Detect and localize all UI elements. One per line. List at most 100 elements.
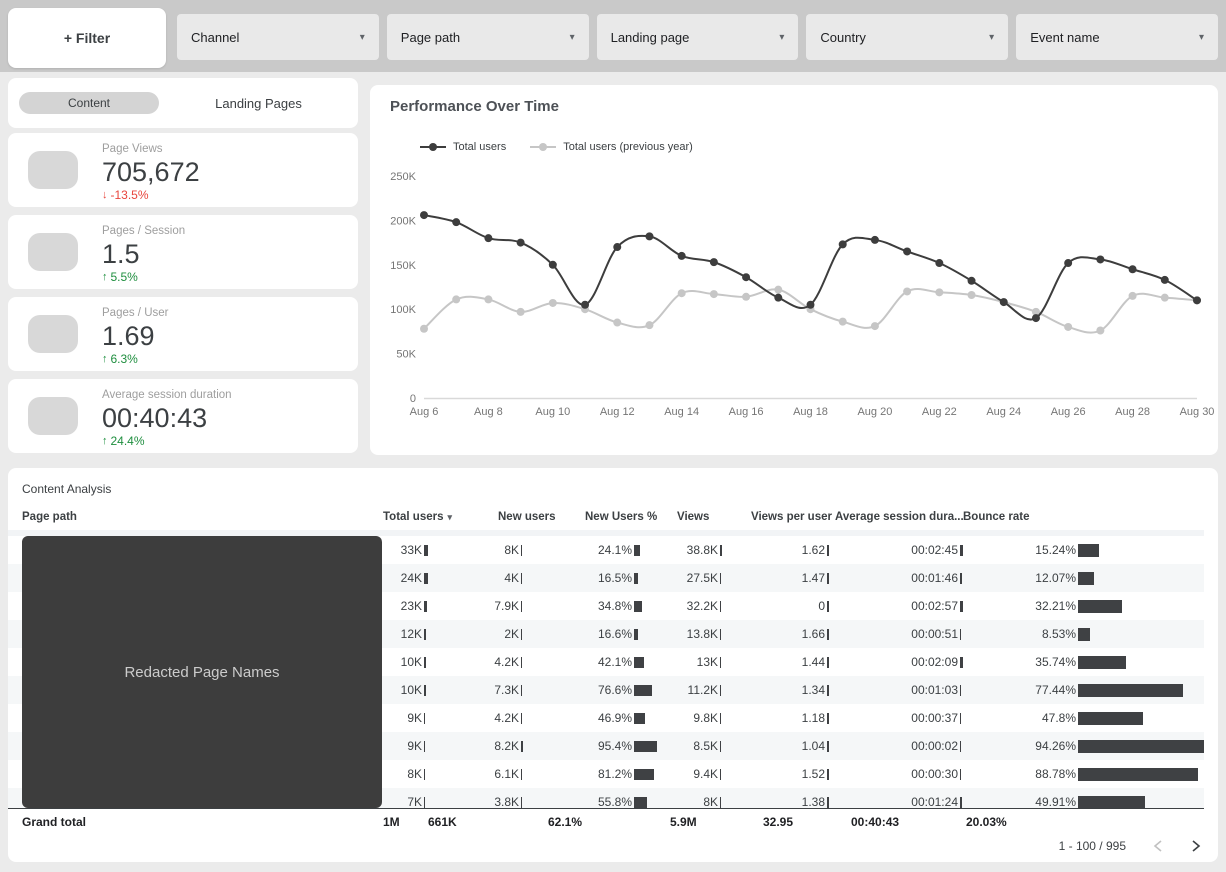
cell-avg-session: 00:01:46 bbox=[833, 564, 963, 592]
cell-bar-zone bbox=[1076, 648, 1204, 676]
cell-avg-session: 00:00:37 bbox=[833, 704, 963, 732]
chevron-down-icon: ▾ bbox=[989, 32, 994, 43]
data-bar bbox=[634, 545, 640, 556]
filter-chip-label: Channel bbox=[191, 30, 239, 45]
column-header-total-users[interactable]: Total users▾ bbox=[375, 511, 428, 523]
data-point-total-users bbox=[774, 294, 782, 302]
column-header-new-users[interactable]: New users bbox=[428, 511, 523, 523]
add-filter-button[interactable]: + Filter bbox=[8, 8, 166, 68]
kpi-label: Page Views bbox=[102, 142, 200, 157]
data-point-total-users bbox=[420, 211, 428, 219]
filter-chip-event-name[interactable]: Event name▾ bbox=[1016, 14, 1218, 60]
data-bar bbox=[1078, 740, 1204, 753]
data-bar bbox=[424, 601, 427, 612]
prev-page-button[interactable] bbox=[1152, 839, 1164, 853]
cell-views: 27.5K bbox=[658, 564, 723, 592]
tab-content[interactable]: Content bbox=[19, 92, 159, 114]
cell-bar-zone bbox=[825, 592, 833, 620]
cell-bar-zone bbox=[1076, 564, 1204, 592]
data-point-total-users-previous-year bbox=[484, 295, 492, 303]
data-point-total-users bbox=[710, 258, 718, 266]
cell-bar-zone bbox=[825, 676, 833, 704]
cell-value: 9K bbox=[407, 739, 422, 753]
cell-bar-zone bbox=[632, 592, 658, 620]
data-point-total-users-previous-year bbox=[839, 318, 847, 326]
data-point-total-users bbox=[968, 277, 976, 285]
grand-total-views: 5.9M bbox=[658, 815, 723, 829]
data-point-total-users-previous-year bbox=[968, 291, 976, 299]
cell-value: 1.52 bbox=[802, 767, 825, 781]
filter-chip-label: Landing page bbox=[611, 30, 690, 45]
cell-value: 11.2K bbox=[688, 683, 718, 697]
cell-value: 10K bbox=[401, 683, 422, 697]
filter-chip-page-path[interactable]: Page path▾ bbox=[387, 14, 589, 60]
cell-avg-session: 00:02:09 bbox=[833, 648, 963, 676]
column-header-page-path: Page path bbox=[8, 511, 375, 523]
cell-views-per-user: 1.66 bbox=[723, 620, 833, 648]
cell-value: 32.2K bbox=[687, 599, 718, 613]
sidebar: Content Landing Pages Page Views705,672↓… bbox=[8, 78, 358, 461]
kpi-value: 1.69 bbox=[102, 321, 168, 351]
x-tick-label: Aug 20 bbox=[857, 406, 892, 418]
cell-new-users-pct: 95.4% bbox=[523, 732, 658, 760]
cell-bounce-rate: 88.78% bbox=[963, 760, 1204, 788]
tab-landing-pages[interactable]: Landing Pages bbox=[159, 96, 358, 111]
next-page-button[interactable] bbox=[1190, 839, 1202, 853]
cell-value: 32.21% bbox=[1035, 599, 1076, 613]
table-section-label: Content Analysis bbox=[22, 482, 111, 496]
data-bar bbox=[720, 741, 721, 752]
data-bar bbox=[827, 629, 829, 640]
cell-new-users: 7.3K bbox=[428, 676, 523, 704]
data-bar bbox=[634, 573, 638, 584]
filter-chip-country[interactable]: Country▾ bbox=[806, 14, 1008, 60]
table-pagination: 1 - 100 / 995 bbox=[1059, 834, 1202, 858]
filter-chip-channel[interactable]: Channel▾ bbox=[177, 14, 379, 60]
cell-avg-session: 00:01:24 bbox=[833, 788, 963, 808]
kpi-card-pages-session: Pages / Session1.5↑5.5% bbox=[8, 215, 358, 289]
cell-bar-zone bbox=[825, 536, 833, 564]
data-bar bbox=[424, 629, 426, 640]
cell-views-per-user: 1.62 bbox=[723, 536, 833, 564]
cell-value: 00:02:09 bbox=[911, 655, 958, 669]
arrow-up-icon: ↑ bbox=[102, 434, 108, 448]
column-header-new-users[interactable]: New Users % bbox=[523, 511, 658, 523]
data-point-total-users-previous-year bbox=[1096, 327, 1104, 335]
data-bar bbox=[720, 713, 721, 724]
cell-new-users: 4K bbox=[428, 564, 523, 592]
table-header-row: Page pathTotal users▾New usersNew Users … bbox=[8, 504, 1204, 530]
filter-chip-landing-page[interactable]: Landing page▾ bbox=[597, 14, 799, 60]
cell-total-users: 9K bbox=[375, 704, 428, 732]
column-header-label: Views bbox=[677, 511, 709, 523]
column-header-views-per-user[interactable]: Views per user bbox=[723, 511, 833, 523]
cell-bar-zone bbox=[825, 732, 833, 760]
cell-avg-session: 00:01:03 bbox=[833, 676, 963, 704]
cell-views-per-user: 1.34 bbox=[723, 676, 833, 704]
x-tick-label: Aug 22 bbox=[922, 406, 957, 418]
column-header-average-session-dura[interactable]: Average session dura... bbox=[833, 511, 963, 523]
data-point-total-users bbox=[903, 247, 911, 255]
cell-value: 9.8K bbox=[693, 711, 718, 725]
cell-bounce-rate: 32.21% bbox=[963, 592, 1204, 620]
data-bar bbox=[424, 769, 425, 780]
column-header-bounce-rate[interactable]: Bounce rate bbox=[963, 511, 1204, 523]
cell-value: 8K bbox=[407, 767, 422, 781]
data-point-total-users bbox=[742, 273, 750, 281]
data-point-total-users bbox=[645, 232, 653, 240]
cell-views-per-user: 1.44 bbox=[723, 648, 833, 676]
data-point-total-users-previous-year bbox=[935, 288, 943, 296]
cell-value: 0 bbox=[818, 599, 825, 613]
cell-value: 24K bbox=[401, 571, 422, 585]
data-point-total-users-previous-year bbox=[710, 290, 718, 298]
cell-new-users-pct: 42.1% bbox=[523, 648, 658, 676]
cell-value: 76.6% bbox=[598, 683, 632, 697]
cell-value: 12.07% bbox=[1035, 571, 1076, 585]
cell-value: 1.34 bbox=[802, 683, 825, 697]
cell-total-users: 9K bbox=[375, 732, 428, 760]
data-bar bbox=[1078, 656, 1126, 669]
pagination-range: 1 - 100 / 995 bbox=[1059, 839, 1126, 853]
cell-new-users-pct: 55.8% bbox=[523, 788, 658, 808]
grand-total-new-users-pct: 62.1% bbox=[523, 815, 658, 829]
column-header-views[interactable]: Views bbox=[658, 511, 723, 523]
cell-bounce-rate: 47.8% bbox=[963, 704, 1204, 732]
y-tick-label: 50K bbox=[396, 349, 416, 361]
